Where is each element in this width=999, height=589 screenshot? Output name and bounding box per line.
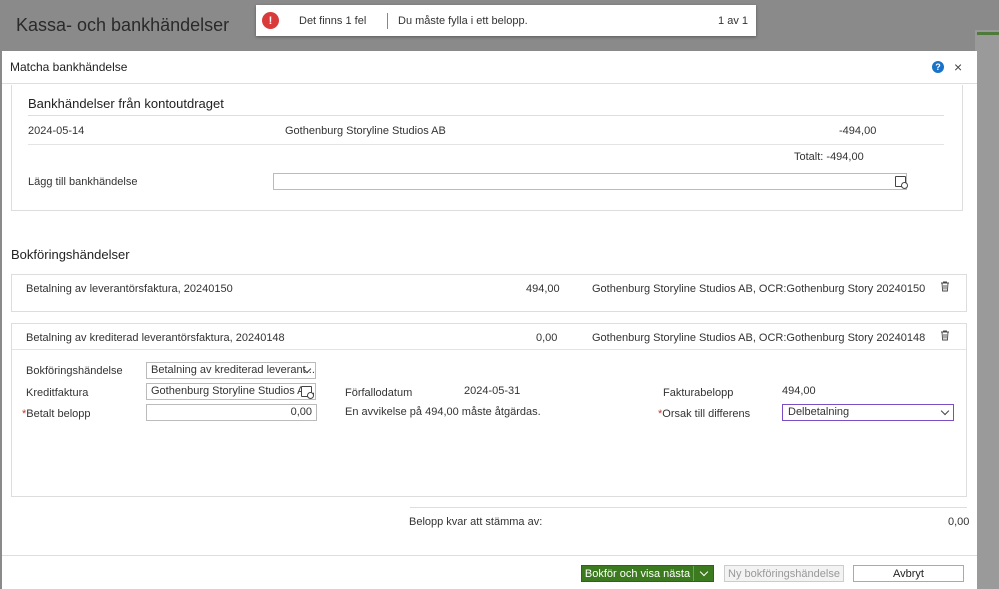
trash-icon[interactable] xyxy=(940,330,950,341)
new-booking-event-button[interactable]: Ny bokföringshändelse xyxy=(724,565,844,582)
invoice-amount-value: 494,00 xyxy=(782,385,816,397)
remaining-label: Belopp kvar att stämma av: xyxy=(409,516,543,528)
paid-amount-label-text: Betalt belopp xyxy=(26,408,91,420)
booking-event-header: Betalning av leverantörsfaktura, 2024015… xyxy=(12,275,966,301)
booking-event-row-expanded: Betalning av krediterad leverantörsfaktu… xyxy=(11,323,967,497)
paid-amount-input[interactable]: 0,00 xyxy=(146,404,317,421)
booking-event-header[interactable]: Betalning av krediterad leverantörsfaktu… xyxy=(12,324,966,350)
booking-event-party: Gothenburg Storyline Studios AB, OCR:Got… xyxy=(592,332,926,344)
match-bank-dialog: Matcha bankhändelse ? × Bankhändelser fr… xyxy=(2,51,977,589)
difference-reason-label: *Orsak till differens xyxy=(658,408,750,420)
bank-events-section: Bankhändelser från kontoutdraget 2024-05… xyxy=(11,85,963,211)
remaining-value: 0,00 xyxy=(948,516,970,528)
help-icon[interactable]: ? xyxy=(932,61,944,73)
credit-invoice-value: Gothenburg Storyline Studios AB, xyxy=(151,385,315,397)
background-accent xyxy=(977,32,999,35)
difference-reason-select[interactable]: Delbetalning xyxy=(782,404,954,421)
error-pager: 1 av 1 xyxy=(718,14,748,27)
bank-event-amount: -494,00 xyxy=(839,125,877,137)
booking-event-desc: Betalning av krediterad leverantörsfaktu… xyxy=(26,332,285,344)
remaining-divider xyxy=(410,507,967,508)
book-options-dropdown[interactable] xyxy=(693,566,713,581)
error-count: Det finns 1 fel xyxy=(299,14,367,27)
booking-event-row[interactable]: Betalning av leverantörsfaktura, 2024015… xyxy=(11,274,967,312)
trash-icon[interactable] xyxy=(940,281,950,292)
event-type-value: Betalning av krediterad leverant... xyxy=(151,364,315,376)
error-separator xyxy=(387,12,388,29)
bank-event-date: 2024-05-14 xyxy=(28,125,85,137)
bank-event-row: 2024-05-14 Gothenburg Storyline Studios … xyxy=(28,125,944,145)
event-type-label: Bokföringshändelse xyxy=(26,365,123,377)
background-sidebar xyxy=(975,30,999,589)
booking-event-party: Gothenburg Storyline Studios AB, OCR:Got… xyxy=(592,283,926,295)
close-icon[interactable]: × xyxy=(954,59,962,75)
error-icon: ! xyxy=(262,12,279,29)
dialog-body: Bankhändelser från kontoutdraget 2024-05… xyxy=(2,85,977,555)
chevron-down-icon xyxy=(940,406,950,416)
booking-event-desc: Betalning av leverantörsfaktura, 2024015… xyxy=(26,283,233,295)
add-bank-event-input[interactable] xyxy=(273,173,907,190)
due-date-label: Förfallodatum xyxy=(345,387,413,399)
booking-event-amount: 494,00 xyxy=(526,283,560,295)
bank-total: Totalt: -494,00 xyxy=(794,151,864,163)
dialog-footer: Bokför och visa nästa Ny bokföringshände… xyxy=(2,555,977,589)
invoice-amount-label: Fakturabelopp xyxy=(663,387,734,399)
dialog-title: Matcha bankhändelse xyxy=(10,60,128,74)
book-and-next-button[interactable]: Bokför och visa nästa xyxy=(581,565,714,582)
chevron-down-icon xyxy=(699,567,709,577)
difference-reason-label-text: Orsak till differens xyxy=(662,408,751,420)
error-message[interactable]: Du måste fylla i ett belopp. xyxy=(398,15,718,27)
paid-amount-label: *Betalt belopp xyxy=(22,408,91,420)
bank-event-name: Gothenburg Storyline Studios AB xyxy=(285,125,446,137)
dialog-header: Matcha bankhändelse ? × xyxy=(2,51,977,84)
deviation-message: En avvikelse på 494,00 måste åtgärdas. xyxy=(345,406,541,418)
lookup-icon[interactable] xyxy=(301,386,314,399)
add-bank-event-label: Lägg till bankhändelse xyxy=(28,176,138,188)
credit-invoice-label: Kreditfaktura xyxy=(26,387,89,399)
bank-events-heading: Bankhändelser från kontoutdraget xyxy=(28,96,944,116)
due-date-value: 2024-05-31 xyxy=(464,385,521,397)
error-notification: ! Det finns 1 fel Du måste fylla i ett b… xyxy=(256,5,756,36)
lookup-icon[interactable] xyxy=(895,176,908,189)
bookings-heading: Bokföringshändelser xyxy=(11,247,130,262)
cancel-button[interactable]: Avbryt xyxy=(853,565,964,582)
credit-invoice-input[interactable]: Gothenburg Storyline Studios AB, xyxy=(146,383,316,400)
book-and-next-label[interactable]: Bokför och visa nästa xyxy=(582,566,693,581)
difference-reason-value: Delbetalning xyxy=(788,406,850,418)
booking-event-amount: 0,00 xyxy=(536,332,558,344)
event-type-select[interactable]: Betalning av krediterad leverant... xyxy=(146,362,316,379)
page-title: Kassa- och bankhändelser xyxy=(16,15,230,35)
